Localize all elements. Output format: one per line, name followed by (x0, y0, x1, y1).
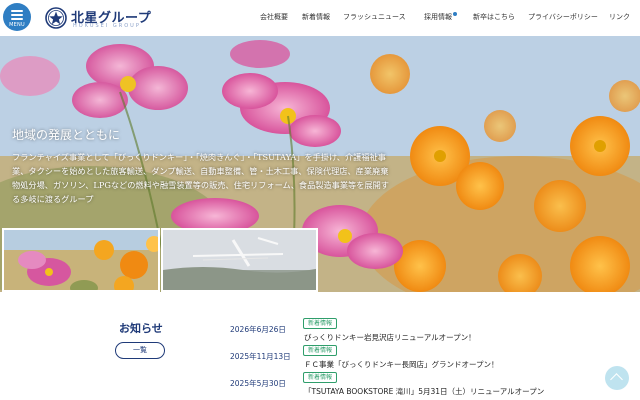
new-dot-icon (453, 12, 457, 16)
nav-company[interactable]: 会社概要 (260, 12, 288, 22)
nav-new-graduates[interactable]: 新卒はこちら (473, 12, 515, 22)
thumbnail-flowers[interactable] (2, 228, 160, 292)
glider-thumbnail-image (163, 230, 316, 290)
hero-description: フランチャイズ事業として「びっくりドンキー」・「焼肉きんぐ」・「TSUTAYA」… (12, 152, 389, 204)
news-date: 2026年6月26日 (230, 325, 286, 334)
main-nav: 会社概要 新着情報 フラッシュニュース 採用情報 新卒はこちら プライバシーポリ… (0, 12, 640, 26)
news-badge: 新着情報 (303, 372, 338, 383)
news-badge: 新着情報 (303, 345, 338, 356)
nav-whats-new[interactable]: 新着情報 (302, 12, 330, 22)
thumbnail-glider[interactable] (161, 228, 318, 292)
nav-recruit-label: 採用情報 (424, 13, 452, 21)
news-title-link[interactable]: 「TSUTAYA BOOKSTORE 滝川」5月31日（土）リニューアルオープン (304, 386, 544, 397)
news-date: 2025年5月30日 (230, 379, 286, 388)
news-item: 2025年11月13日 新着情報 ＦＣ事業「びっくりドンキー長岡店」グランドオー… (0, 345, 640, 371)
chevron-up-icon (610, 373, 623, 386)
nav-links[interactable]: リンク (609, 12, 630, 22)
news-item: 2026年6月26日 新着情報 びっくりドンキー岩見沢店リニューアルオープン！ (0, 318, 640, 344)
back-to-top-button[interactable] (605, 366, 629, 390)
news-date: 2025年11月13日 (230, 352, 291, 361)
news-title-link[interactable]: びっくりドンキー岩見沢店リニューアルオープン！ (304, 332, 476, 343)
nav-privacy-policy[interactable]: プライバシーポリシー (528, 12, 598, 22)
news-item: 2025年5月30日 新着情報 「TSUTAYA BOOKSTORE 滝川」5月… (0, 372, 640, 398)
hero-title: 地域の発展とともに (12, 128, 121, 142)
nav-flash-news[interactable]: フラッシュニュース (343, 12, 406, 22)
flowers-thumbnail-image (4, 230, 158, 290)
news-title-link[interactable]: ＦＣ事業「びっくりドンキー長岡店」グランドオープン！ (304, 359, 499, 370)
nav-recruit[interactable]: 採用情報 (424, 12, 457, 22)
news-section: お知らせ 一覧 2026年6月26日 新着情報 びっくりドンキー岩見沢店リニュー… (0, 292, 640, 400)
news-badge: 新着情報 (303, 318, 338, 329)
site-header: MENU 北星グループ HOKUSEI GROUP 会社概要 新着情報 フラッシ… (0, 0, 640, 36)
